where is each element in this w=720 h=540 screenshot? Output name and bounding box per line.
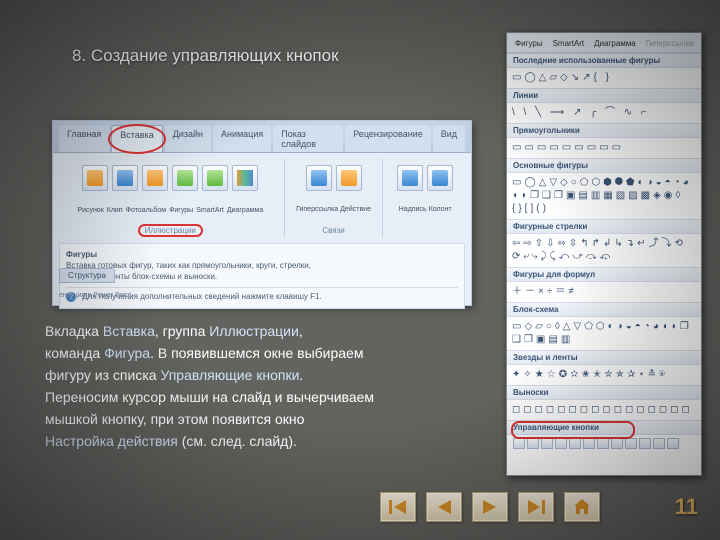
glyphs-flowchart[interactable]: ▭◇▱○◊△▽⬠⬡◐◑◒◓◔◕◖◗❐❑❒▣▤▥ xyxy=(507,317,701,350)
sec-rects: Прямоугольники xyxy=(507,123,701,138)
nav-last-button[interactable] xyxy=(518,492,554,522)
glyphs-callouts[interactable]: ◻◻◻◻◻◻◻◻◻◻◻◻◻◻◻◻ xyxy=(507,400,701,420)
lab-action: Действие xyxy=(340,206,371,213)
nav-next-button[interactable] xyxy=(472,492,508,522)
slide-heading: 8. Создание управляющих кнопок xyxy=(72,46,339,66)
glyphs-formula[interactable]: ＋－×÷＝≠ xyxy=(507,282,701,302)
group-illustrations-label: Иллюстрации xyxy=(141,226,200,235)
sec-formula: Фигуры для формул xyxy=(507,267,701,282)
page-number: 11 xyxy=(675,494,698,520)
sec-basic: Основные фигуры xyxy=(507,158,701,173)
glyphs-basic[interactable]: ▭◯△▽◇○⬠⬡⬢⯃⬟◐◑◒◓◔◕◖◗❐❑❒▣▤▥▦▧▨▩◈◉◊{}[]() xyxy=(507,173,701,219)
group-links-label: Связи xyxy=(291,224,377,235)
body-text: Вкладка Вставка, группа Иллюстрации, ком… xyxy=(45,320,475,452)
lab-album: Фотоальбом xyxy=(126,207,166,214)
top-hyper[interactable]: Гиперссылка xyxy=(644,37,696,50)
clip-icon[interactable] xyxy=(112,165,138,191)
sec-flowchart: Блок-схема xyxy=(507,302,701,317)
hyperlink-icon[interactable] xyxy=(306,165,332,191)
shapes-icon[interactable] xyxy=(172,165,198,191)
nav-first-button[interactable] xyxy=(380,492,416,522)
lab-textbox: Надпись xyxy=(399,206,427,213)
tab-design[interactable]: Дизайн xyxy=(165,125,211,152)
tab-animation[interactable]: Анимация xyxy=(213,125,271,152)
sec-action-buttons: Управляющие кнопки xyxy=(507,420,701,435)
action-icon[interactable] xyxy=(336,165,362,191)
lab-hyper: Гиперссылка xyxy=(296,206,338,213)
lab-clip: Клип xyxy=(107,207,123,214)
tab-slideshow[interactable]: Показ слайдов xyxy=(273,125,343,152)
lab-header: Колонт xyxy=(429,206,452,213)
nav-home-button[interactable] xyxy=(564,492,600,522)
top-shapes[interactable]: Фигуры xyxy=(513,37,545,50)
structure-tab[interactable]: Структура xyxy=(59,268,115,283)
ribbon-screenshot: Главная Вставка Дизайн Анимация Показ сл… xyxy=(52,120,472,306)
glyphs-recent[interactable]: ▭◯△▱◇↘↗{ } xyxy=(507,68,701,88)
footer-text: ентации в Power Point xyxy=(59,292,131,299)
lab-shapes: Фигуры xyxy=(169,207,193,214)
tooltip-line2: линии, элементы блок-схемы и выноски. xyxy=(66,272,458,281)
tooltip-line1: Вставка готовых фигур, таких как прямоуг… xyxy=(66,261,458,270)
chart-icon[interactable] xyxy=(232,165,258,191)
smartart-icon[interactable] xyxy=(202,165,228,191)
tab-review[interactable]: Рецензирование xyxy=(345,125,431,152)
lab-chart: Диаграмма xyxy=(227,207,263,214)
lab-smartart: SmartArt xyxy=(196,207,224,214)
panel-top: Фигуры SmartArt Диаграмма Гиперссылка Де… xyxy=(507,33,701,53)
sec-recent: Последние использованные фигуры xyxy=(507,53,701,68)
textbox-icon[interactable] xyxy=(397,165,423,191)
sec-arrows: Фигурные стрелки xyxy=(507,219,701,234)
shapes-gallery-panel: Фигуры SmartArt Диаграмма Гиперссылка Де… xyxy=(506,32,702,476)
sec-stars: Звезды и ленты xyxy=(507,350,701,365)
top-smartart[interactable]: SmartArt xyxy=(551,37,587,50)
picture-icon[interactable] xyxy=(82,165,108,191)
photoalbum-icon[interactable] xyxy=(142,165,168,191)
glyphs-stars[interactable]: ✦✧★☆✪✫✬✭✮✯✰⋆≛⍟ xyxy=(507,365,701,385)
lab-picture: Рисунок xyxy=(77,207,103,214)
sec-callouts: Выноски xyxy=(507,385,701,400)
top-chart[interactable]: Диаграмма xyxy=(592,37,638,50)
glyphs-lines[interactable]: \ \ ╲ ⟶ ↗ ╭ ⌒ ∿ ⌐ xyxy=(507,103,701,123)
tab-insert[interactable]: Вставка xyxy=(111,125,162,152)
shapes-tooltip: Фигуры Вставка готовых фигур, таких как … xyxy=(59,243,465,309)
header-icon[interactable] xyxy=(427,165,453,191)
nav-buttons xyxy=(380,492,600,522)
tab-home[interactable]: Главная xyxy=(59,125,109,152)
sec-lines: Линии xyxy=(507,88,701,103)
tab-view[interactable]: Вид xyxy=(433,125,465,152)
ribbon-tabs: Главная Вставка Дизайн Анимация Показ сл… xyxy=(53,121,471,153)
tooltip-title: Фигуры xyxy=(66,250,458,259)
glyphs-arrows[interactable]: ⇦⇨⇧⇩⬄⇳↰↱↲↳↴↵⤴⤵⟲⟳⤶⤷⤸⤹⤺⤻⤼⤽ xyxy=(507,234,701,267)
glyphs-rects[interactable]: ▭▭▭▭▭▭▭▭▭ xyxy=(507,138,701,158)
nav-prev-button[interactable] xyxy=(426,492,462,522)
